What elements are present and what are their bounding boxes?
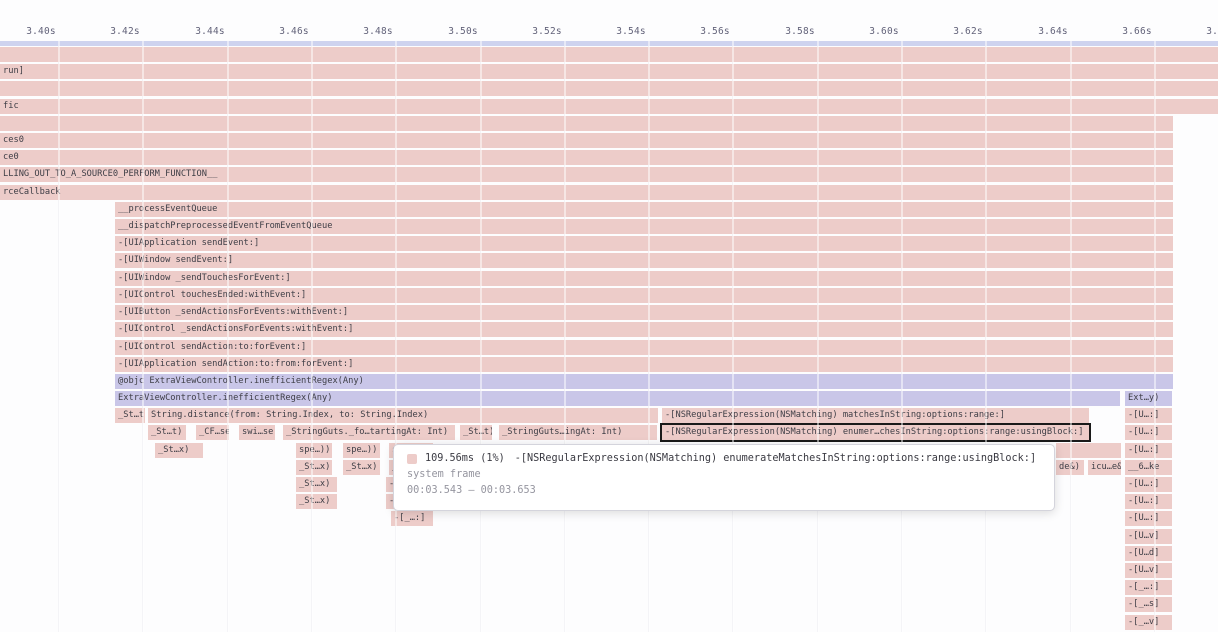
frame-bar[interactable]: ces0 xyxy=(0,133,1173,148)
time-axis-tick-label: 3.64s xyxy=(1038,26,1068,37)
category-swatch-icon xyxy=(407,454,417,464)
frame-bar[interactable]: -[U…v] xyxy=(1125,563,1172,578)
gridline-overlay xyxy=(142,41,144,632)
frame-bar[interactable]: -[UIApplication sendAction:to:from:forEv… xyxy=(115,357,1173,372)
frame-bar[interactable]: _St…x) xyxy=(296,494,337,509)
frame-bar[interactable]: -[UIButton _sendActionsForEvents:withEve… xyxy=(115,305,1173,320)
frame-bar[interactable]: fic xyxy=(0,99,1218,114)
frame-bar[interactable]: -[_…:] xyxy=(391,511,433,526)
frame-bar[interactable]: _St…t) xyxy=(115,408,145,423)
frame-bar[interactable]: _St…x) xyxy=(296,460,332,475)
gridline-overlay xyxy=(985,41,987,632)
frame-bar[interactable]: _St…t) xyxy=(148,425,186,440)
frame-bar[interactable]: _CF…se xyxy=(196,425,229,440)
gridline-overlay xyxy=(480,41,482,632)
frame-bar[interactable] xyxy=(0,81,1218,96)
frame-bar[interactable]: swi…se xyxy=(239,425,275,440)
frame-bar[interactable]: -[UIApplication sendEvent:] xyxy=(115,236,1173,251)
frame-bar[interactable]: _St…x) xyxy=(155,443,203,458)
gridline-overlay xyxy=(1154,41,1156,632)
gridline-overlay xyxy=(564,41,566,632)
frame-bar[interactable]: Ext…y) xyxy=(1125,391,1172,406)
gridline-overlay xyxy=(817,41,819,632)
frame-bar[interactable]: _St…x) xyxy=(296,477,337,492)
frame-bar[interactable]: ExtraViewController.inefficientRegex(Any… xyxy=(115,391,1120,406)
time-axis-tick-label: 3.48s xyxy=(363,26,393,37)
frame-bar[interactable]: spe…)) xyxy=(343,443,380,458)
frame-bar[interactable]: ce0 xyxy=(0,150,1173,165)
gridline-overlay xyxy=(227,41,229,632)
gridline-overlay xyxy=(901,41,903,632)
frame-bar[interactable]: _St…x) xyxy=(343,460,380,475)
frame-bar[interactable]: -[UIWindow sendEvent:] xyxy=(115,253,1173,268)
frame-bar[interactable]: __processEventQueue xyxy=(115,202,1173,217)
frame-bar[interactable] xyxy=(0,116,1173,131)
frame-bar[interactable]: -[U…:] xyxy=(1125,408,1172,423)
frame-bar[interactable]: rceCallback xyxy=(0,185,1173,200)
time-axis-tick-label: 3.62s xyxy=(953,26,983,37)
frame-bar[interactable]: -[U…:] xyxy=(1125,511,1172,526)
gridline-overlay xyxy=(648,41,650,632)
time-axis-tick-label: 3.52s xyxy=(532,26,562,37)
tooltip-time-range: 00:03.543 — 00:03.653 xyxy=(407,485,1041,496)
frame-bar[interactable]: __6…ke xyxy=(1125,460,1172,475)
tooltip-header: 109.56ms (1%) -[NSRegularExpression(NSMa… xyxy=(407,453,1041,464)
frame-bar[interactable]: run] xyxy=(0,64,1218,79)
time-axis-tick-label: 3.46s xyxy=(279,26,309,37)
time-axis-tick-label: 3.56s xyxy=(700,26,730,37)
frame-bar[interactable] xyxy=(1056,443,1121,458)
tooltip: 109.56ms (1%) -[NSRegularExpression(NSMa… xyxy=(393,444,1055,511)
frame-bar[interactable]: icu…e&) xyxy=(1088,460,1121,475)
frame-bar[interactable] xyxy=(0,41,1218,46)
gridline-overlay xyxy=(732,41,734,632)
time-axis: 3.40s 3.42s 3.44s 3.46s 3.48s 3.50s 3.52s 3.54s… xyxy=(0,0,1218,41)
gridline-overlay xyxy=(395,41,397,632)
tooltip-category: system frame xyxy=(407,469,1041,480)
time-axis-tick-label: 3.66s xyxy=(1122,26,1152,37)
frame-bar[interactable]: _StringGuts._fo…tartingAt: Int) xyxy=(283,425,455,440)
frame-bar[interactable]: String.distance(from: String.Index, to: … xyxy=(148,408,658,423)
time-axis-tick-label: 3.44s xyxy=(195,26,225,37)
frame-bar[interactable]: -[U…:] xyxy=(1125,443,1172,458)
frame-bar[interactable]: -[U…v] xyxy=(1125,529,1172,544)
frame-bar[interactable]: -[UIWindow _sendTouchesForEvent:] xyxy=(115,271,1173,286)
time-axis-tick-label: 3.60s xyxy=(869,26,899,37)
frame-bar[interactable]: spe…)) xyxy=(296,443,332,458)
flame-chart[interactable]: 3.40s 3.42s 3.44s 3.46s 3.48s 3.50s 3.52s 3.54s… xyxy=(0,0,1218,632)
gridline-overlay xyxy=(1070,41,1072,632)
frame-bar[interactable]: _StringGuts…ingAt: Int) xyxy=(499,425,657,440)
tooltip-duration: 109.56ms (1%) xyxy=(425,453,505,464)
frame-bar[interactable]: -[U…:] xyxy=(1125,477,1172,492)
frame-bar[interactable]: _St…t) xyxy=(460,425,492,440)
time-axis-tick-label: 3.42s xyxy=(110,26,140,37)
frame-bar[interactable]: -[UIControl touchesEnded:withEvent:] xyxy=(115,288,1173,303)
time-axis-tick-label: 3.68s xyxy=(1206,26,1218,37)
gridline-overlay xyxy=(311,41,313,632)
time-axis-tick-label: 3.58s xyxy=(785,26,815,37)
frame-bar[interactable]: -[NSRegularExpression(NSMatching) matche… xyxy=(662,408,1089,423)
frame-bar-selected[interactable]: -[NSRegularExpression(NSMatching) enumer… xyxy=(662,425,1089,440)
frame-bar[interactable]: -[U…:] xyxy=(1125,425,1172,440)
time-axis-tick-label: 3.54s xyxy=(616,26,646,37)
frame-bar[interactable]: -[_…:] xyxy=(1125,580,1172,595)
frame-bar[interactable] xyxy=(0,47,1218,62)
frame-bar[interactable]: -[U…:] xyxy=(1125,494,1172,509)
frame-bar[interactable]: -[_…v] xyxy=(1125,615,1172,630)
frame-bar[interactable]: @objc ExtraViewController.inefficientReg… xyxy=(115,374,1173,389)
gridline-overlay xyxy=(58,41,60,632)
time-axis-tick-label: 3.40s xyxy=(26,26,56,37)
frame-bar[interactable]: -[U…d] xyxy=(1125,546,1172,561)
frame-bar[interactable]: -[_…s] xyxy=(1125,597,1172,612)
frame-bar[interactable]: __dispatchPreprocessedEventFromEventQueu… xyxy=(115,219,1173,234)
frame-bar[interactable]: LLING_OUT_TO_A_SOURCE0_PERFORM_FUNCTION_… xyxy=(0,167,1173,182)
time-axis-tick-label: 3.50s xyxy=(448,26,478,37)
tooltip-function-name: -[NSRegularExpression(NSMatching) enumer… xyxy=(515,453,1036,464)
frame-bar[interactable]: -[UIControl sendAction:to:forEvent:] xyxy=(115,340,1173,355)
frame-bar[interactable]: -[UIControl _sendActionsForEvents:withEv… xyxy=(115,322,1173,337)
